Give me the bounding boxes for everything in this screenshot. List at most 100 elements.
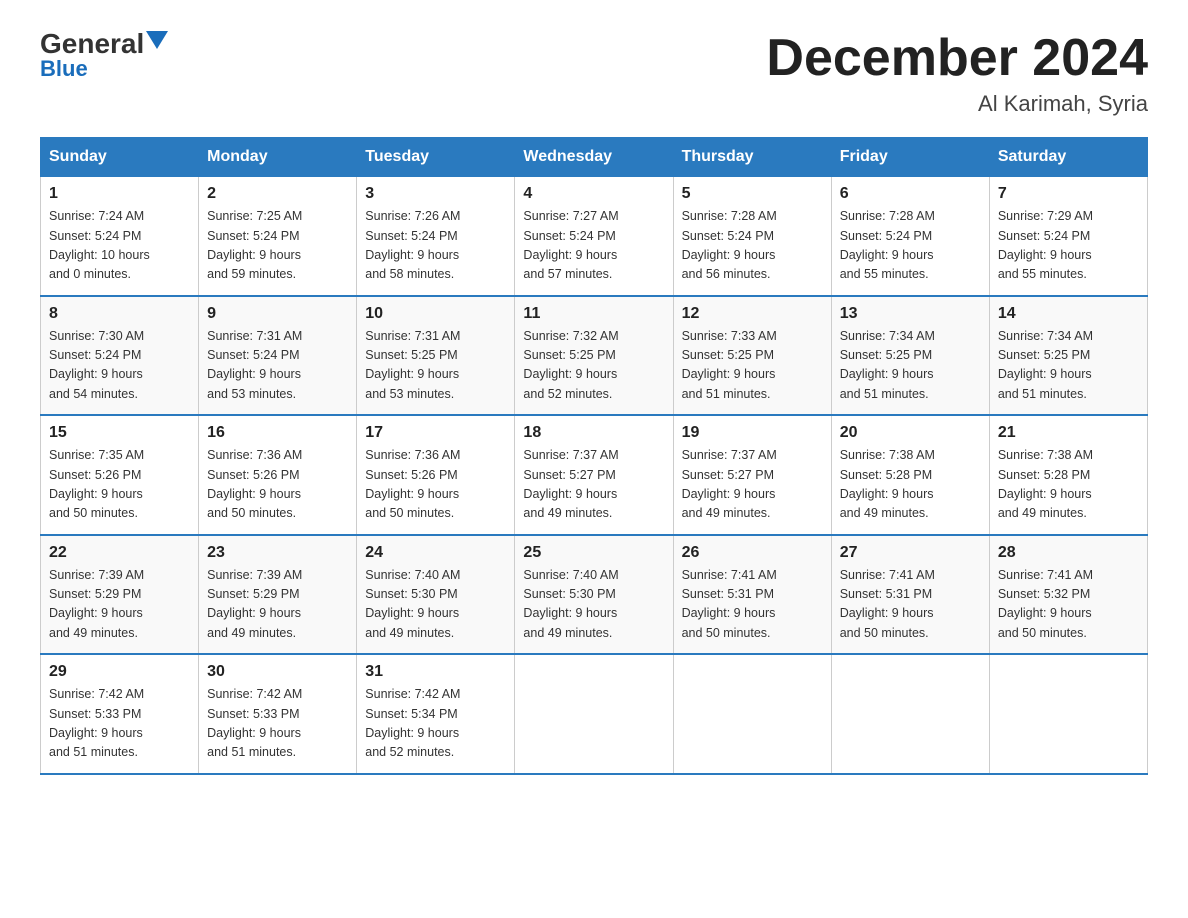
table-row: 18 Sunrise: 7:37 AM Sunset: 5:27 PM Dayl… [515, 415, 673, 535]
table-row: 30 Sunrise: 7:42 AM Sunset: 5:33 PM Dayl… [199, 654, 357, 774]
table-row: 3 Sunrise: 7:26 AM Sunset: 5:24 PM Dayli… [357, 177, 515, 296]
table-row: 23 Sunrise: 7:39 AM Sunset: 5:29 PM Dayl… [199, 535, 357, 655]
col-sunday: Sunday [41, 138, 199, 177]
day-info: Sunrise: 7:41 AM Sunset: 5:31 PM Dayligh… [682, 566, 823, 644]
day-info: Sunrise: 7:31 AM Sunset: 5:25 PM Dayligh… [365, 327, 506, 405]
table-row: 10 Sunrise: 7:31 AM Sunset: 5:25 PM Dayl… [357, 296, 515, 416]
table-row: 2 Sunrise: 7:25 AM Sunset: 5:24 PM Dayli… [199, 177, 357, 296]
logo-general-text: General [40, 30, 144, 58]
day-number: 17 [365, 424, 506, 442]
day-info: Sunrise: 7:36 AM Sunset: 5:26 PM Dayligh… [365, 446, 506, 524]
day-number: 28 [998, 544, 1139, 562]
calendar-week-row: 8 Sunrise: 7:30 AM Sunset: 5:24 PM Dayli… [41, 296, 1148, 416]
table-row [831, 654, 989, 774]
day-number: 7 [998, 185, 1139, 203]
day-number: 14 [998, 305, 1139, 323]
day-number: 27 [840, 544, 981, 562]
table-row: 26 Sunrise: 7:41 AM Sunset: 5:31 PM Dayl… [673, 535, 831, 655]
table-row: 24 Sunrise: 7:40 AM Sunset: 5:30 PM Dayl… [357, 535, 515, 655]
table-row: 15 Sunrise: 7:35 AM Sunset: 5:26 PM Dayl… [41, 415, 199, 535]
day-info: Sunrise: 7:42 AM Sunset: 5:33 PM Dayligh… [49, 685, 190, 763]
day-info: Sunrise: 7:41 AM Sunset: 5:31 PM Dayligh… [840, 566, 981, 644]
day-number: 24 [365, 544, 506, 562]
calendar-week-row: 1 Sunrise: 7:24 AM Sunset: 5:24 PM Dayli… [41, 177, 1148, 296]
day-info: Sunrise: 7:38 AM Sunset: 5:28 PM Dayligh… [840, 446, 981, 524]
day-info: Sunrise: 7:34 AM Sunset: 5:25 PM Dayligh… [840, 327, 981, 405]
table-row: 16 Sunrise: 7:36 AM Sunset: 5:26 PM Dayl… [199, 415, 357, 535]
table-row: 7 Sunrise: 7:29 AM Sunset: 5:24 PM Dayli… [989, 177, 1147, 296]
day-info: Sunrise: 7:39 AM Sunset: 5:29 PM Dayligh… [207, 566, 348, 644]
logo: General Blue [40, 30, 168, 82]
day-number: 9 [207, 305, 348, 323]
table-row: 11 Sunrise: 7:32 AM Sunset: 5:25 PM Dayl… [515, 296, 673, 416]
day-info: Sunrise: 7:28 AM Sunset: 5:24 PM Dayligh… [682, 207, 823, 285]
calendar-week-row: 29 Sunrise: 7:42 AM Sunset: 5:33 PM Dayl… [41, 654, 1148, 774]
col-thursday: Thursday [673, 138, 831, 177]
day-number: 6 [840, 185, 981, 203]
day-info: Sunrise: 7:31 AM Sunset: 5:24 PM Dayligh… [207, 327, 348, 405]
table-row: 5 Sunrise: 7:28 AM Sunset: 5:24 PM Dayli… [673, 177, 831, 296]
day-number: 16 [207, 424, 348, 442]
table-row: 28 Sunrise: 7:41 AM Sunset: 5:32 PM Dayl… [989, 535, 1147, 655]
table-row: 12 Sunrise: 7:33 AM Sunset: 5:25 PM Dayl… [673, 296, 831, 416]
table-row: 1 Sunrise: 7:24 AM Sunset: 5:24 PM Dayli… [41, 177, 199, 296]
page-header: General Blue December 2024 Al Karimah, S… [40, 30, 1148, 117]
col-wednesday: Wednesday [515, 138, 673, 177]
day-number: 25 [523, 544, 664, 562]
day-number: 31 [365, 663, 506, 681]
day-number: 5 [682, 185, 823, 203]
day-number: 8 [49, 305, 190, 323]
day-info: Sunrise: 7:24 AM Sunset: 5:24 PM Dayligh… [49, 207, 190, 285]
day-info: Sunrise: 7:26 AM Sunset: 5:24 PM Dayligh… [365, 207, 506, 285]
table-row: 4 Sunrise: 7:27 AM Sunset: 5:24 PM Dayli… [515, 177, 673, 296]
day-number: 11 [523, 305, 664, 323]
day-info: Sunrise: 7:37 AM Sunset: 5:27 PM Dayligh… [682, 446, 823, 524]
table-row: 13 Sunrise: 7:34 AM Sunset: 5:25 PM Dayl… [831, 296, 989, 416]
day-number: 26 [682, 544, 823, 562]
day-info: Sunrise: 7:27 AM Sunset: 5:24 PM Dayligh… [523, 207, 664, 285]
table-row: 29 Sunrise: 7:42 AM Sunset: 5:33 PM Dayl… [41, 654, 199, 774]
day-info: Sunrise: 7:40 AM Sunset: 5:30 PM Dayligh… [523, 566, 664, 644]
calendar-header-row: Sunday Monday Tuesday Wednesday Thursday… [41, 138, 1148, 177]
day-info: Sunrise: 7:30 AM Sunset: 5:24 PM Dayligh… [49, 327, 190, 405]
day-number: 23 [207, 544, 348, 562]
day-info: Sunrise: 7:42 AM Sunset: 5:34 PM Dayligh… [365, 685, 506, 763]
day-number: 4 [523, 185, 664, 203]
location-title: Al Karimah, Syria [766, 91, 1148, 117]
day-number: 12 [682, 305, 823, 323]
calendar-week-row: 22 Sunrise: 7:39 AM Sunset: 5:29 PM Dayl… [41, 535, 1148, 655]
day-info: Sunrise: 7:38 AM Sunset: 5:28 PM Dayligh… [998, 446, 1139, 524]
day-info: Sunrise: 7:36 AM Sunset: 5:26 PM Dayligh… [207, 446, 348, 524]
calendar-week-row: 15 Sunrise: 7:35 AM Sunset: 5:26 PM Dayl… [41, 415, 1148, 535]
table-row: 14 Sunrise: 7:34 AM Sunset: 5:25 PM Dayl… [989, 296, 1147, 416]
table-row: 27 Sunrise: 7:41 AM Sunset: 5:31 PM Dayl… [831, 535, 989, 655]
table-row: 31 Sunrise: 7:42 AM Sunset: 5:34 PM Dayl… [357, 654, 515, 774]
day-info: Sunrise: 7:40 AM Sunset: 5:30 PM Dayligh… [365, 566, 506, 644]
day-number: 10 [365, 305, 506, 323]
day-number: 13 [840, 305, 981, 323]
day-info: Sunrise: 7:34 AM Sunset: 5:25 PM Dayligh… [998, 327, 1139, 405]
logo-triangle-icon [146, 31, 168, 53]
table-row: 6 Sunrise: 7:28 AM Sunset: 5:24 PM Dayli… [831, 177, 989, 296]
day-info: Sunrise: 7:29 AM Sunset: 5:24 PM Dayligh… [998, 207, 1139, 285]
month-title: December 2024 [766, 30, 1148, 87]
table-row: 25 Sunrise: 7:40 AM Sunset: 5:30 PM Dayl… [515, 535, 673, 655]
table-row: 17 Sunrise: 7:36 AM Sunset: 5:26 PM Dayl… [357, 415, 515, 535]
day-number: 1 [49, 185, 190, 203]
col-saturday: Saturday [989, 138, 1147, 177]
table-row [515, 654, 673, 774]
day-info: Sunrise: 7:32 AM Sunset: 5:25 PM Dayligh… [523, 327, 664, 405]
day-number: 2 [207, 185, 348, 203]
day-info: Sunrise: 7:25 AM Sunset: 5:24 PM Dayligh… [207, 207, 348, 285]
col-friday: Friday [831, 138, 989, 177]
day-number: 3 [365, 185, 506, 203]
day-info: Sunrise: 7:28 AM Sunset: 5:24 PM Dayligh… [840, 207, 981, 285]
day-number: 22 [49, 544, 190, 562]
table-row: 19 Sunrise: 7:37 AM Sunset: 5:27 PM Dayl… [673, 415, 831, 535]
table-row: 20 Sunrise: 7:38 AM Sunset: 5:28 PM Dayl… [831, 415, 989, 535]
day-number: 30 [207, 663, 348, 681]
day-info: Sunrise: 7:39 AM Sunset: 5:29 PM Dayligh… [49, 566, 190, 644]
day-number: 18 [523, 424, 664, 442]
day-info: Sunrise: 7:33 AM Sunset: 5:25 PM Dayligh… [682, 327, 823, 405]
day-info: Sunrise: 7:42 AM Sunset: 5:33 PM Dayligh… [207, 685, 348, 763]
